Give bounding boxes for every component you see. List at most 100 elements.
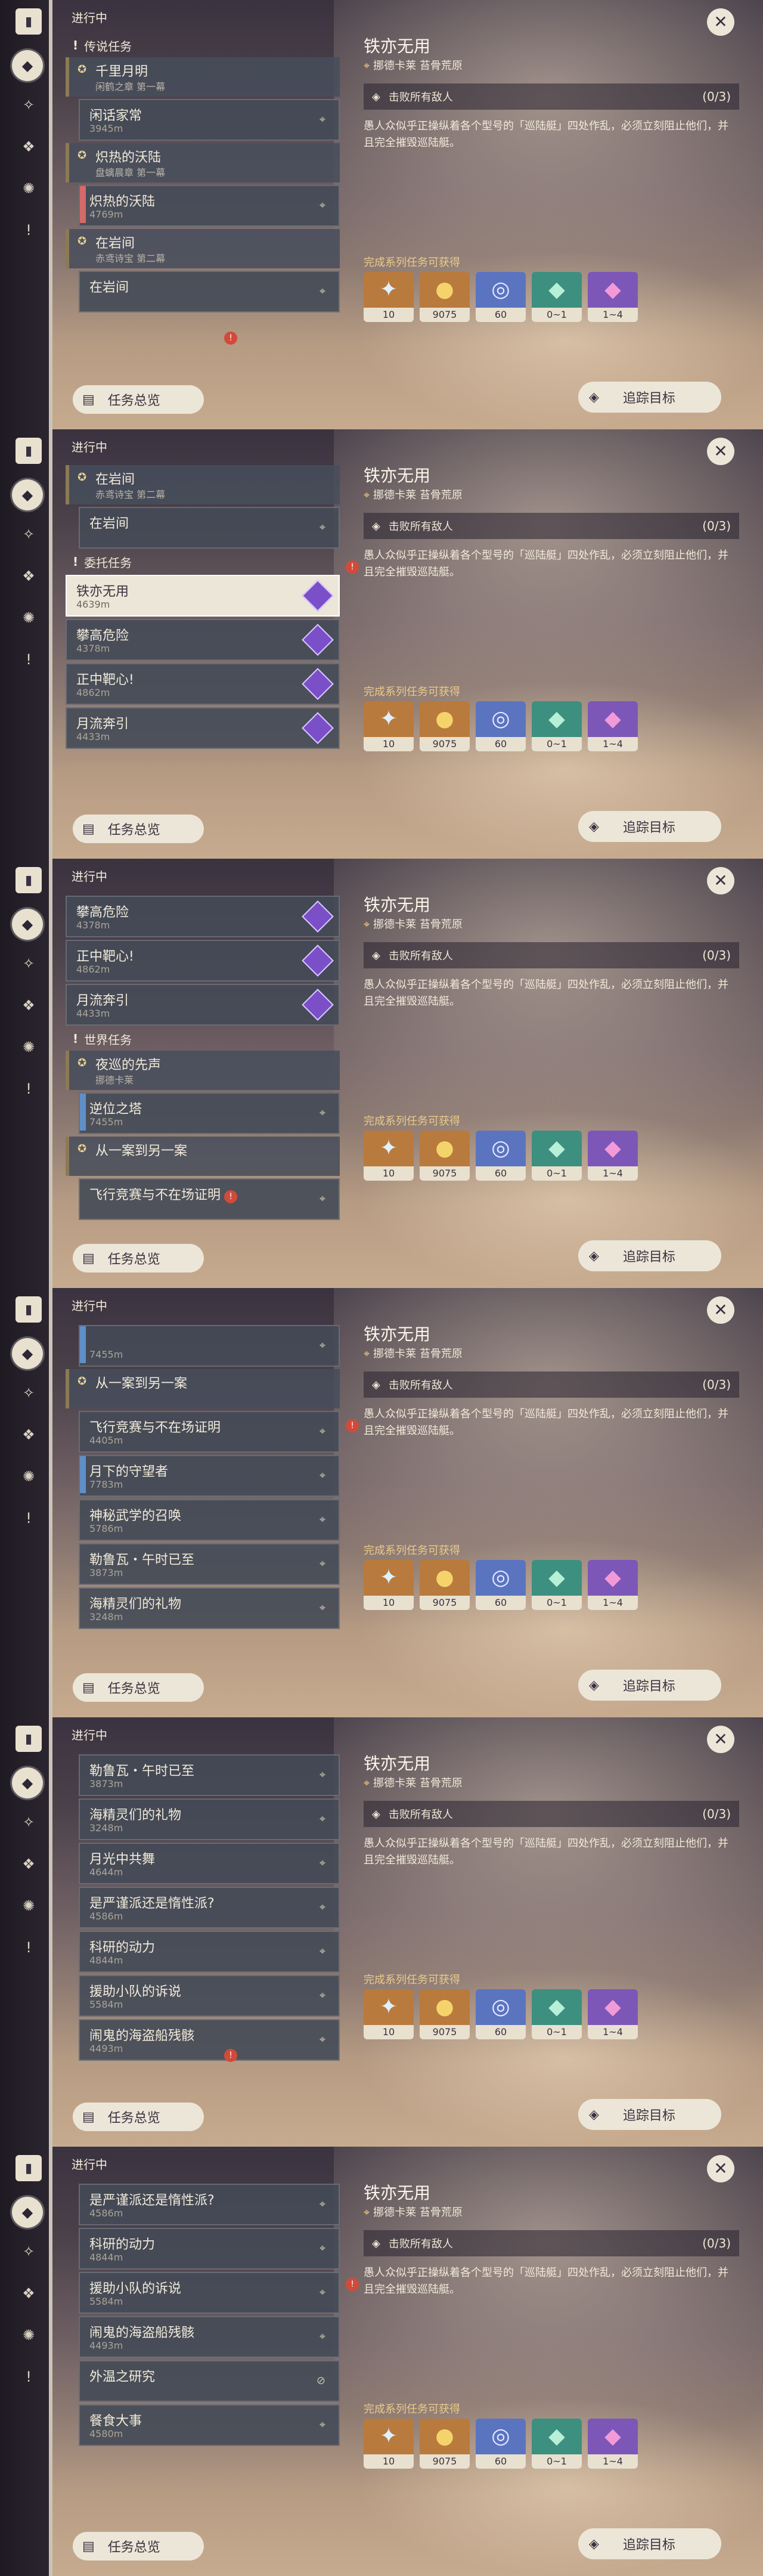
reward-item[interactable]: ✦ 10 [364,2419,414,2469]
world-icon[interactable]: ✺ [17,177,41,200]
story-icon[interactable]: ❖ [17,564,41,588]
quest-item[interactable]: 外温之研究 ⊘ [79,2360,340,2402]
quest-scroll[interactable]: 是严谨派还是惰性派? 4586m ⌖ 科研的动力 4844m ⌖ 援助小队的诉说 5584m ⌖… [66,2181,340,2524]
quest-item[interactable]: 逆位之塔 7455m ⌖ [79,1092,340,1134]
quest-item[interactable]: 勒鲁瓦・午时已至 3873m ⌖ [79,1754,340,1796]
reward-item[interactable]: ✦ 10 [364,701,414,751]
exclamation-icon[interactable]: ! [17,218,41,242]
quest-item[interactable]: 海精灵们的礼物 3248m ⌖ [79,1587,340,1629]
story-icon[interactable]: ❖ [17,135,41,159]
story-icon[interactable]: ❖ [17,993,41,1017]
reward-item[interactable]: ◎ 60 [476,2419,526,2469]
exclamation-icon[interactable]: ! [17,1077,41,1101]
quest-overview-button[interactable]: ▤ 任务总览 [73,815,204,843]
story-icon[interactable]: ❖ [17,1423,41,1447]
quest-item[interactable]: 炽热的沃陆 4769m ⌖ [79,185,340,227]
archon-icon[interactable]: ✧ [17,952,41,976]
quest-chain-header[interactable]: ✪ 从一案到另一案 [66,1369,340,1408]
track-target-button[interactable]: ◈ 追踪目标 [578,2528,721,2559]
quest-item[interactable]: 是严谨派还是惰性派? 4586m ⌖ [79,1887,340,1928]
quest-item[interactable]: 飞行竞赛与不在场证明 4405m ⌖ [79,1411,340,1453]
quest-item[interactable]: 正中靶心! 4862m [66,940,340,982]
reward-item[interactable]: ● 9075 [420,2419,470,2469]
quest-overview-button[interactable]: ▤ 任务总览 [73,1673,204,1702]
quest-chain-header[interactable]: ✪ 炽热的沃陆 盘螭晨章 第一幕 [66,143,340,182]
quest-chain-header[interactable]: ✪ 在岩间 赤鸢诗宝 第二幕 [66,229,340,268]
diamond-quest-icon[interactable]: ◆ [12,1338,43,1369]
quest-item[interactable]: 是严谨派还是惰性派? 4586m ⌖ [79,2184,340,2225]
reward-item[interactable]: ● 9075 [420,1560,470,1610]
book-icon[interactable]: ▮ [15,1726,42,1752]
quest-item[interactable]: 援助小队的诉说 5584m ⌖ [79,2272,340,2314]
quest-item[interactable]: 月流奔引 4433m [66,707,340,749]
quest-item[interactable]: 铁亦无用 4639m [66,575,340,617]
exclamation-icon[interactable]: ! [17,648,41,671]
quest-overview-button[interactable]: ▤ 任务总览 [73,2103,204,2131]
quest-item[interactable]: 勒鲁瓦・午时已至 3873m ⌖ [79,1543,340,1585]
reward-item[interactable]: ◎ 60 [476,701,526,751]
book-icon[interactable]: ▮ [15,2155,42,2181]
world-icon[interactable]: ✺ [17,1894,41,1918]
reward-item[interactable]: ◆ 0~1 [532,1131,582,1181]
exclamation-icon[interactable]: ! [17,1936,41,1959]
quest-item[interactable]: 餐食大事 4580m ⌖ [79,2404,340,2446]
track-target-button[interactable]: ◈ 追踪目标 [578,2099,721,2130]
archon-icon[interactable]: ✧ [17,522,41,546]
close-icon[interactable]: ✕ [707,438,734,465]
quest-item[interactable]: 月光中共舞 4644m ⌖ [79,1843,340,1884]
reward-item[interactable]: ✦ 10 [364,1560,414,1610]
reward-item[interactable]: ◆ 0~1 [532,701,582,751]
reward-item[interactable]: ● 9075 [420,1989,470,2039]
quest-item[interactable]: 神秘武学的召唤 5786m ⌖ [79,1499,340,1541]
world-icon[interactable]: ✺ [17,2323,41,2347]
reward-item[interactable]: ◆ 0~1 [532,272,582,322]
reward-item[interactable]: ◎ 60 [476,1560,526,1610]
reward-item[interactable]: ✦ 10 [364,1131,414,1181]
world-icon[interactable]: ✺ [17,1465,41,1488]
track-target-button[interactable]: ◈ 追踪目标 [578,1670,721,1701]
quest-item[interactable]: 闹鬼的海盗船残骸 4493m ⌖ [79,2316,340,2358]
quest-overview-button[interactable]: ▤ 任务总览 [73,385,204,414]
reward-item[interactable]: ✦ 10 [364,1989,414,2039]
reward-item[interactable]: ◎ 60 [476,1131,526,1181]
quest-item[interactable]: 科研的动力 4844m ⌖ [79,1931,340,1973]
quest-scroll[interactable]: 勒鲁瓦・午时已至 3873m ⌖ 海精灵们的礼物 3248m ⌖ 月光中共舞 4644m ⌖ 是严… [66,1752,340,2095]
quest-item[interactable]: 闲话家常 3945m ⌖ [79,99,340,141]
reward-item[interactable]: ◆ 1~4 [588,272,638,322]
reward-item[interactable]: ✦ 10 [364,272,414,322]
book-icon[interactable]: ▮ [15,1296,42,1323]
story-icon[interactable]: ❖ [17,2281,41,2305]
quest-chain-header[interactable]: ✪ 在岩间 赤鸢诗宝 第二幕 [66,465,340,504]
quest-item[interactable]: 月流奔引 4433m [66,984,340,1026]
archon-icon[interactable]: ✧ [17,2240,41,2264]
reward-item[interactable]: ◎ 60 [476,1989,526,2039]
book-icon[interactable]: ▮ [15,8,42,35]
reward-item[interactable]: ◆ 0~1 [532,2419,582,2469]
quest-item[interactable]: 攀高危险 4378m [66,896,340,937]
track-target-button[interactable]: ◈ 追踪目标 [578,811,721,842]
book-icon[interactable]: ▮ [15,438,42,464]
archon-icon[interactable]: ✧ [17,93,41,117]
archon-icon[interactable]: ✧ [17,1381,41,1405]
reward-item[interactable]: ● 9075 [420,272,470,322]
quest-item[interactable]: 月下的守望者 7783m ⌖ [79,1455,340,1497]
diamond-quest-icon[interactable]: ◆ [12,1767,43,1798]
diamond-quest-icon[interactable]: ◆ [12,479,43,510]
reward-item[interactable]: ◆ 1~4 [588,1131,638,1181]
quest-scroll[interactable]: ! 传说任务 ✪ 千里月明 闲鹤之章 第一幕 闲话家常 3945m ⌖ ✪ 炽热的沃陆 盘螭晨章 第… [66,35,340,377]
exclamation-icon[interactable]: ! [17,2365,41,2389]
reward-item[interactable]: ◆ 1~4 [588,2419,638,2469]
quest-chain-header[interactable]: ✪ 千里月明 闲鹤之章 第一幕 [66,57,340,97]
diamond-quest-icon[interactable]: ◆ [12,50,43,81]
reward-item[interactable]: ◎ 60 [476,272,526,322]
exclamation-icon[interactable]: ! [17,1506,41,1530]
quest-item[interactable]: 在岩间 ⌖ [79,507,340,549]
diamond-quest-icon[interactable]: ◆ [12,2197,43,2228]
diamond-quest-icon[interactable]: ◆ [12,909,43,940]
quest-overview-button[interactable]: ▤ 任务总览 [73,1244,204,1272]
quest-item[interactable]: 在岩间 ⌖ [79,271,340,312]
quest-overview-button[interactable]: ▤ 任务总览 [73,2532,204,2560]
quest-item[interactable]: 7455m ⌖ [79,1325,340,1367]
story-icon[interactable]: ❖ [17,1852,41,1876]
quest-chain-header[interactable]: ✪ 夜巡的先声 挪德卡莱 [66,1051,340,1090]
